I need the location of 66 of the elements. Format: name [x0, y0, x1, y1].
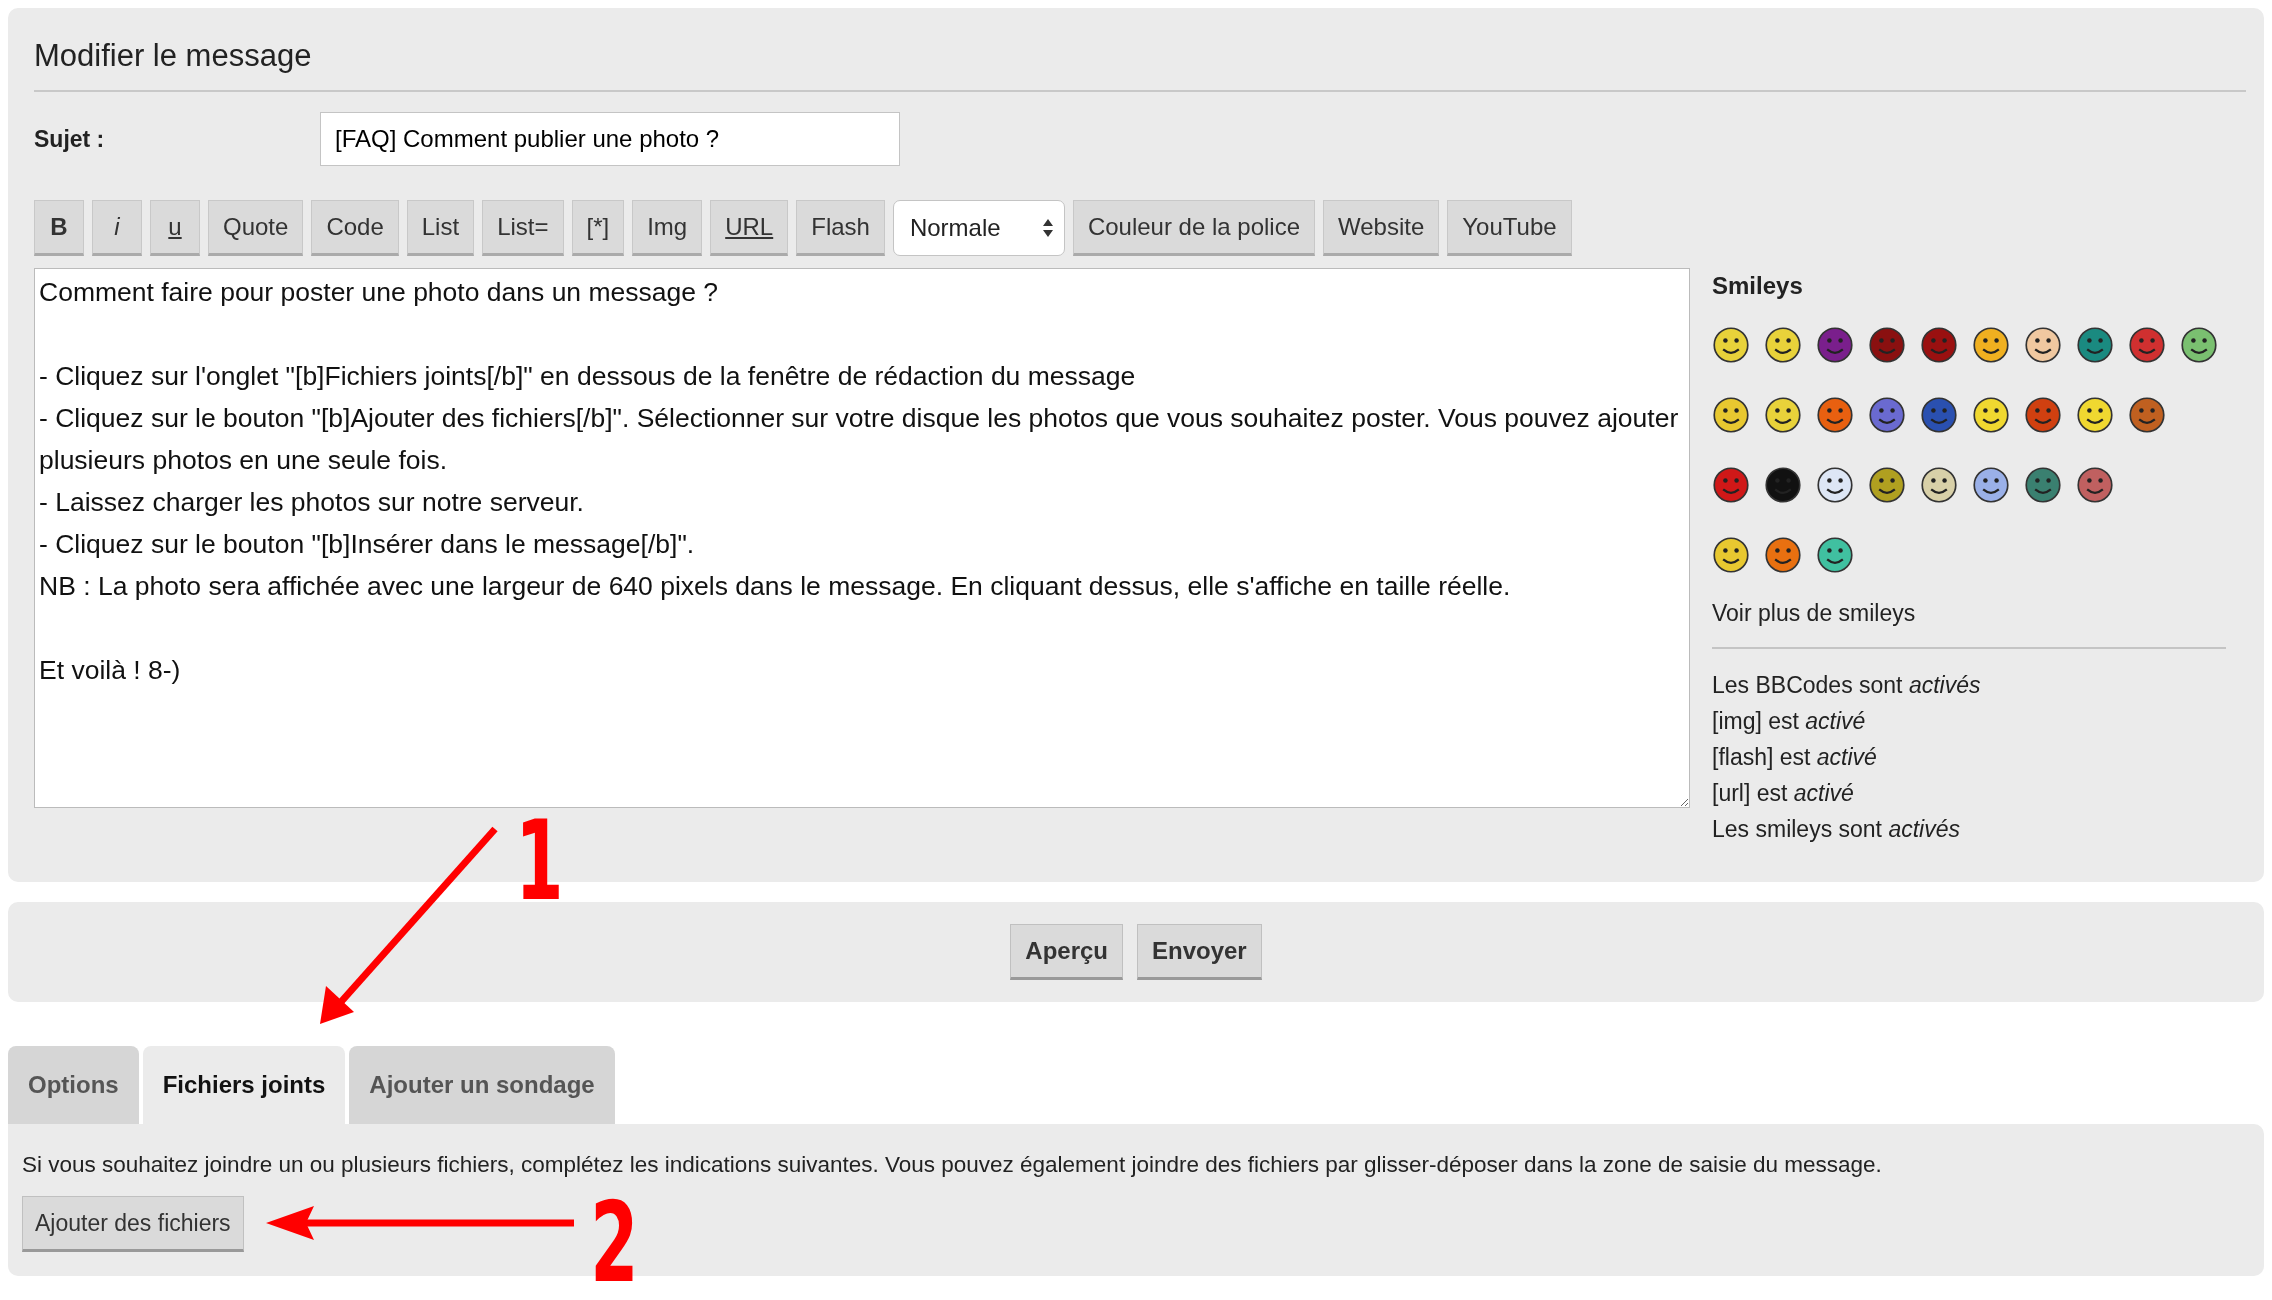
format-button[interactable]: List [406, 200, 475, 256]
more-smileys-link[interactable]: Voir plus de smileys [1712, 600, 2226, 627]
format-button[interactable]: B [34, 200, 84, 256]
smiley-icon[interactable] [1920, 326, 1958, 364]
format-button[interactable]: u [150, 200, 200, 256]
smiley-icon[interactable] [1972, 326, 2010, 364]
format-button[interactable]: Code [311, 200, 399, 256]
smiley-icon[interactable] [1868, 396, 1906, 434]
font-size-select[interactable]: Normale [892, 200, 1065, 256]
smiley-icon[interactable] [1712, 466, 1750, 504]
tab[interactable]: Options [8, 1046, 139, 1124]
format-button[interactable]: Img [632, 200, 703, 256]
action-button[interactable]: Envoyer [1137, 924, 1262, 980]
smiley-icon[interactable] [1816, 466, 1854, 504]
smiley-icon[interactable] [1764, 326, 1802, 364]
smiley-icon[interactable] [1816, 536, 1854, 574]
format-button[interactable]: Couleur de la police [1072, 200, 1316, 256]
format-button[interactable]: i [92, 200, 142, 256]
smiley-icon[interactable] [1868, 466, 1906, 504]
smiley-icon[interactable] [2076, 326, 2114, 364]
smiley-icon[interactable] [1972, 466, 2010, 504]
smiley-icon[interactable] [1764, 466, 1802, 504]
format-button[interactable]: List= [482, 200, 564, 256]
smiley-icon[interactable] [1816, 326, 1854, 364]
message-textarea[interactable]: Comment faire pour poster une photo dans un message ? - Cliquez sur l'onglet "[b]Fichiers joints[/b]" en dessous de la fenêtre de rédaction du message - Cliquez sur le bouton "[b]Ajouter des fichiers[/b]". Sélectionner sur votre disque les photos que vous souhaitez poster. Vous pouvez ajouter plusieurs photos en une seule fois. - Laissez charger les photos sur notre serveur. - Cliquez sur le bouton "[b]Insérer dans le message[/b]". NB : La photo sera affichée avec une largeur de 640 pixels dans le message. En cliquant dessus, elle s'affiche en taille réelle. Et voilà ! 8-) [34, 268, 1690, 808]
format-button[interactable]: Website [1323, 200, 1440, 256]
smiley-icon[interactable] [2076, 466, 2114, 504]
status-text: [img] est activé [1712, 707, 1867, 736]
smiley-icon[interactable] [1972, 396, 2010, 434]
status-text: [flash] est activé [1712, 743, 1878, 772]
smiley-icon[interactable] [1712, 396, 1750, 434]
page-title: Modifier le message [34, 22, 2246, 92]
attachments-info-text: Si vous souhaitez joindre un ou plusieurs fichiers, complétez les indications suivantes. Vous pouvez également joindre des fichiers par glisser-déposer dans la zone de saisie du message. [22, 1152, 1882, 1178]
format-button[interactable]: [*] [571, 200, 625, 256]
smiley-icon[interactable] [2128, 326, 2166, 364]
smiley-icon[interactable] [2076, 396, 2114, 434]
smiley-icon[interactable] [1868, 326, 1906, 364]
smileys-heading: Smileys [1712, 272, 1804, 300]
subject-label: Sujet : [33, 125, 106, 153]
smiley-icon[interactable] [1764, 396, 1802, 434]
add-files-button[interactable]: Ajouter des fichiers [22, 1196, 244, 1252]
status-text: [url] est activé [1712, 779, 1855, 808]
updown-caret-icon [1041, 217, 1054, 239]
tab[interactable]: Ajouter un sondage [349, 1046, 615, 1124]
annotation-number: 1 [515, 806, 564, 916]
tab[interactable]: Fichiers joints [142, 1046, 346, 1124]
smiley-icon[interactable] [1712, 326, 1750, 364]
subject-input[interactable]: [FAQ] Comment publier une photo ? [320, 112, 900, 166]
action-button[interactable]: Aperçu [1010, 924, 1123, 980]
smiley-icon[interactable] [2024, 326, 2062, 364]
smiley-icon[interactable] [1920, 466, 1958, 504]
format-button[interactable]: Flash [796, 200, 885, 256]
annotation-number: 2 [590, 1188, 639, 1298]
smiley-icon[interactable] [2024, 396, 2062, 434]
format-button[interactable]: YouTube [1447, 200, 1572, 256]
smiley-icon[interactable] [2128, 396, 2166, 434]
smiley-icon[interactable] [1712, 536, 1750, 574]
status-text: Les smileys sont activés [1712, 815, 1961, 844]
smiley-icon[interactable] [1764, 536, 1802, 574]
smiley-icon[interactable] [2024, 466, 2062, 504]
smiley-icon[interactable] [1816, 396, 1854, 434]
smiley-icon[interactable] [2180, 326, 2218, 364]
format-button[interactable]: URL [710, 200, 789, 256]
format-button[interactable]: Quote [208, 200, 304, 256]
smiley-icon[interactable] [1920, 396, 1958, 434]
status-text: Les BBCodes sont activés [1712, 671, 1982, 700]
